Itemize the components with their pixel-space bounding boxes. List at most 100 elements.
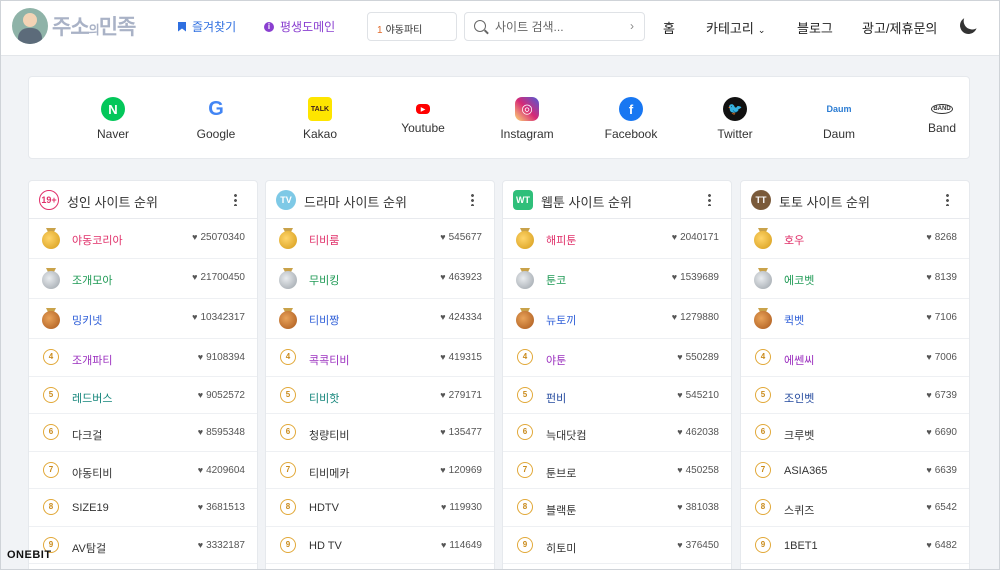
more-options-icon[interactable] [708, 193, 711, 206]
site-name-link[interactable]: 무비킹 [309, 272, 339, 288]
search-input[interactable] [495, 18, 625, 36]
site-name-link[interactable]: 툰코 [546, 272, 566, 288]
site-name-link[interactable]: 에쎈씨 [784, 352, 814, 368]
site-name-link[interactable]: 에코벳 [784, 272, 814, 288]
list-item[interactable]: 8 HDTV ♥ 119930 [266, 489, 494, 527]
list-item[interactable]: 무비킹 ♥ 463923 [266, 259, 494, 299]
list-item[interactable]: 8 SIZE19 ♥ 3681513 [29, 489, 257, 527]
nav-category[interactable]: 카테고리 ⌄ [706, 18, 765, 37]
site-name-link[interactable]: 조개모아 [72, 272, 112, 288]
more-options-icon[interactable] [471, 193, 474, 206]
site-logo[interactable]: 주소의민족 [12, 6, 136, 46]
list-item[interactable]: 퀵벳 ♥ 7106 [741, 299, 969, 339]
site-name-link[interactable]: 해피툰 [546, 232, 576, 248]
list-item[interactable]: 5 티비핫 ♥ 279171 [266, 377, 494, 414]
site-name-link[interactable]: 티비룸 [309, 232, 339, 248]
site-name-link[interactable]: 블랙툰 [546, 502, 576, 518]
site-name-link[interactable]: 히토미 [546, 540, 576, 556]
site-name-link[interactable]: 조인벳 [784, 390, 814, 406]
list-item[interactable]: 9 HD TV ♥ 114649 [266, 527, 494, 564]
list-item[interactable]: 6 늑대닷컴 ♥ 462038 [503, 414, 731, 452]
site-name-link[interactable]: 레드버스 [72, 390, 112, 406]
ranking-list: 해피툰 ♥ 2040171 툰코 ♥ 1539689 뉴토끼 ♥ 1279880 4 야툰 ♥ 5502… [503, 219, 731, 564]
social-link-kakao[interactable]: TALK Kakao [275, 97, 365, 141]
permanent-domain-link[interactable]: i 평생도메인 [264, 18, 335, 35]
list-item[interactable]: 6 다크걸 ♥ 8595348 [29, 414, 257, 452]
list-item[interactable]: 6 크루벳 ♥ 6690 [741, 414, 969, 452]
site-name-link[interactable]: 야동코리아 [72, 232, 123, 248]
social-label: Naver [96, 127, 129, 141]
favorites-link[interactable]: 즐겨찾기 [178, 18, 236, 35]
more-options-icon[interactable] [946, 193, 949, 206]
list-item[interactable]: 뉴토끼 ♥ 1279880 [503, 299, 731, 339]
site-name-link[interactable]: ASIA365 [784, 465, 827, 477]
list-item[interactable]: 9 히토미 ♥ 376450 [503, 527, 731, 564]
site-name-link[interactable]: 크루벳 [784, 427, 814, 443]
site-name-link[interactable]: 다크걸 [72, 427, 102, 443]
list-item[interactable]: 티비룸 ♥ 545677 [266, 219, 494, 259]
site-name-link[interactable]: 늑대닷컴 [546, 427, 586, 443]
search-box[interactable]: › [464, 12, 645, 41]
list-item[interactable]: 9 AV탐걸 ♥ 3332187 [29, 527, 257, 564]
list-item[interactable]: 4 콕콕티비 ♥ 419315 [266, 339, 494, 377]
list-item[interactable]: 7 툰브로 ♥ 450258 [503, 452, 731, 489]
site-name-link[interactable]: 퀵벳 [784, 312, 804, 328]
site-name-link[interactable]: HDTV [309, 502, 339, 514]
list-item[interactable]: 6 청량티비 ♥ 135477 [266, 414, 494, 452]
site-name-link[interactable]: 티비메카 [309, 465, 349, 481]
list-item[interactable]: 5 레드버스 ♥ 9052572 [29, 377, 257, 414]
list-item[interactable]: 7 야동티비 ♥ 4209604 [29, 452, 257, 489]
list-item[interactable]: 5 조인벳 ♥ 6739 [741, 377, 969, 414]
list-item[interactable]: 야동코리아 ♥ 25070340 [29, 219, 257, 259]
site-name-link[interactable]: 스퀴즈 [784, 502, 814, 518]
list-item[interactable]: 4 에쎈씨 ♥ 7006 [741, 339, 969, 377]
site-name-link[interactable]: 1BET1 [784, 540, 818, 552]
site-name-link[interactable]: 뉴토끼 [546, 312, 576, 328]
list-item[interactable]: 해피툰 ♥ 2040171 [503, 219, 731, 259]
more-options-icon[interactable] [234, 193, 237, 206]
site-name-link[interactable]: 호우 [784, 232, 804, 248]
chevron-right-icon[interactable]: › [630, 19, 634, 33]
list-item[interactable]: 4 조개파티 ♥ 9108394 [29, 339, 257, 377]
site-name-link[interactable]: 콕콕티비 [309, 352, 349, 368]
list-item[interactable]: 5 펀비 ♥ 545210 [503, 377, 731, 414]
like-count-value: 2040171 [680, 232, 719, 243]
site-name-link[interactable]: 조개파티 [72, 352, 112, 368]
nav-home[interactable]: 홈 [663, 18, 675, 37]
site-name-link[interactable]: 야툰 [546, 352, 566, 368]
site-name-link[interactable]: 툰브로 [546, 465, 576, 481]
list-item[interactable]: 에코벳 ♥ 8139 [741, 259, 969, 299]
site-name-link[interactable]: 야동티비 [72, 465, 112, 481]
site-name-link[interactable]: 밍키넷 [72, 312, 102, 328]
list-item[interactable]: 8 블랙툰 ♥ 381038 [503, 489, 731, 527]
list-item[interactable]: 7 티비메카 ♥ 120969 [266, 452, 494, 489]
social-link-facebook[interactable]: f Facebook [586, 97, 676, 141]
list-item[interactable]: 조개모아 ♥ 21700450 [29, 259, 257, 299]
social-link-youtube[interactable]: ▶ Youtube [378, 97, 468, 135]
list-item[interactable]: 호우 ♥ 8268 [741, 219, 969, 259]
list-item[interactable]: 티비짱 ♥ 424334 [266, 299, 494, 339]
site-name-link[interactable]: AV탐걸 [72, 540, 106, 556]
social-link-google[interactable]: G Google [171, 97, 261, 141]
nav-blog[interactable]: 블로그 [797, 18, 833, 37]
site-name-link[interactable]: 티비핫 [309, 390, 339, 406]
list-item[interactable]: 밍키넷 ♥ 10342317 [29, 299, 257, 339]
list-item[interactable]: 7 ASIA365 ♥ 6639 [741, 452, 969, 489]
site-name-link[interactable]: HD TV [309, 540, 342, 552]
social-link-twitter[interactable]: 🐦 Twitter [690, 97, 780, 141]
site-name-link[interactable]: 청량티비 [309, 427, 349, 443]
list-item[interactable]: 9 1BET1 ♥ 6482 [741, 527, 969, 564]
site-name-link[interactable]: 티비짱 [309, 312, 339, 328]
list-item[interactable]: 툰코 ♥ 1539689 [503, 259, 731, 299]
nav-ad-inquiry[interactable]: 광고/제휴문의 [862, 18, 937, 37]
dark-mode-moon-icon[interactable] [958, 15, 980, 37]
list-item[interactable]: 8 스퀴즈 ♥ 6542 [741, 489, 969, 527]
social-link-instagram[interactable]: ◎ Instagram [482, 97, 572, 141]
site-name-link[interactable]: SIZE19 [72, 502, 109, 514]
site-name-link[interactable]: 펀비 [546, 390, 566, 406]
list-item[interactable]: 4 야툰 ♥ 550289 [503, 339, 731, 377]
social-link-band[interactable]: BAND Band [897, 97, 987, 135]
social-link-daum[interactable]: Daum Daum [794, 97, 884, 141]
rank-ticker[interactable]: 1 야동파티 [367, 12, 457, 41]
social-link-naver[interactable]: N Naver [68, 97, 158, 141]
